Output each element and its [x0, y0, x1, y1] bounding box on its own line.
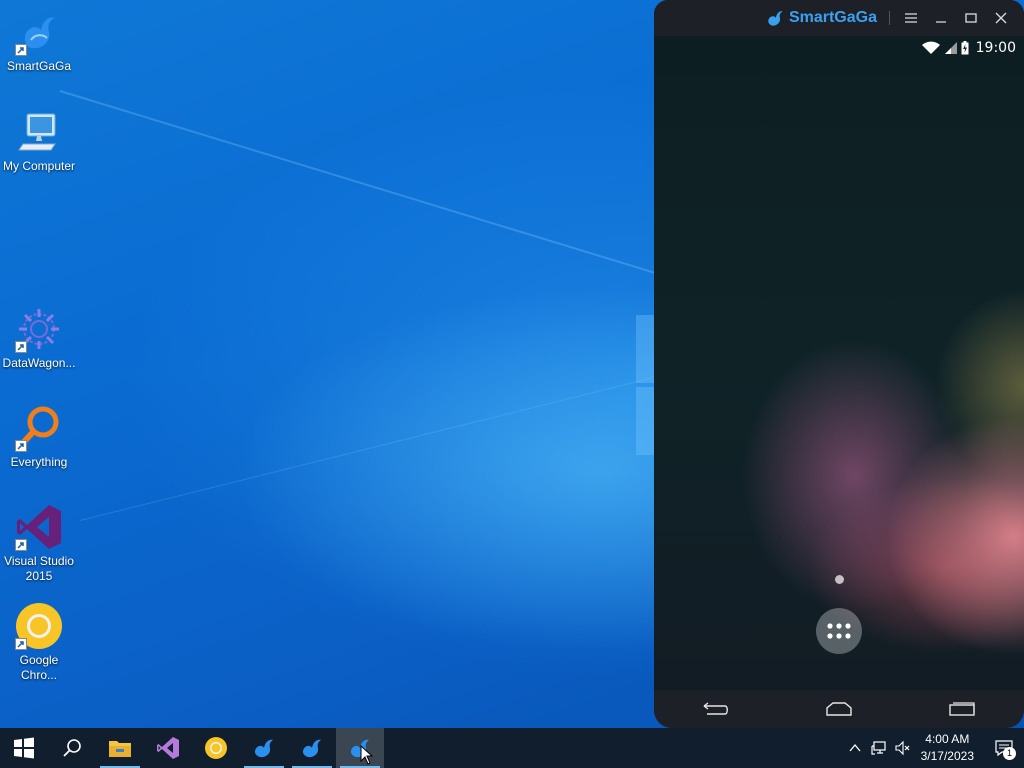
desktop-icon-label: Visual Studio 2015: [4, 554, 74, 583]
recent-apps-icon: [949, 702, 976, 716]
visual-studio-icon: [15, 503, 63, 551]
smartgaga-icon: [255, 739, 273, 758]
desktop-icon-label: Everything: [10, 455, 68, 469]
action-center-button[interactable]: 1: [984, 728, 1024, 768]
desktop-icon-label: Google Chro...: [19, 653, 59, 682]
desktop-icon-label: SmartGaGa: [6, 59, 72, 73]
taskbar: 4:00 AM 3/17/2023 1: [0, 728, 1024, 768]
home-icon: [826, 702, 852, 716]
notification-count-badge: 1: [1003, 747, 1016, 760]
maximize-button[interactable]: [956, 0, 986, 36]
datawagon-icon: [15, 305, 63, 353]
emulator-titlebar[interactable]: SmartGaGa: [654, 0, 1024, 36]
taskbar-visual-studio[interactable]: [144, 728, 192, 768]
system-tray: 4:00 AM 3/17/2023 1: [843, 728, 1024, 768]
android-home-screen[interactable]: 19:00: [654, 36, 1024, 690]
network-button[interactable]: [867, 728, 891, 768]
emulator-brand: SmartGaGa: [765, 8, 877, 28]
smartgaga-icon: [303, 739, 321, 758]
search-button[interactable]: [48, 728, 96, 768]
minimize-icon: [936, 21, 946, 23]
shortcut-arrow-icon: [15, 638, 27, 650]
shortcut-arrow-icon: [15, 440, 27, 452]
emulator-brand-label: SmartGaGa: [788, 9, 877, 26]
cell-signal-icon: [944, 42, 957, 54]
volume-button[interactable]: [891, 728, 915, 768]
computer-icon: [15, 108, 63, 156]
android-nav-bar: [654, 690, 1024, 728]
start-button[interactable]: [0, 728, 48, 768]
close-icon: [995, 12, 1007, 24]
smartgaga-swan-icon: [768, 11, 783, 26]
battery-charging-icon: [961, 41, 969, 55]
visual-studio-icon: [157, 737, 179, 759]
network-icon: [871, 741, 886, 755]
desktop-icon-label: DataWagon...: [2, 356, 76, 370]
back-button[interactable]: [686, 694, 746, 724]
menu-button[interactable]: [896, 0, 926, 36]
chevron-up-icon: [849, 743, 861, 752]
file-explorer-icon: [109, 741, 131, 757]
desktop-icon-google-chrome[interactable]: Google Chro...: [0, 602, 78, 683]
maximize-icon: [965, 13, 977, 23]
taskbar-file-explorer[interactable]: [96, 728, 144, 768]
back-arrow-icon: [703, 702, 728, 715]
smartgaga-emulator-window[interactable]: SmartGaGa 19:00: [654, 0, 1024, 728]
desktop-icon-smartgaga[interactable]: SmartGaGa: [0, 8, 78, 74]
android-status-bar: 19:00: [654, 36, 1024, 60]
app-drawer-dots-icon: [827, 623, 851, 639]
home-button[interactable]: [809, 694, 869, 724]
desktop-icon-visual-studio[interactable]: Visual Studio 2015: [0, 503, 78, 584]
clock-date: 3/17/2023: [920, 749, 974, 763]
shortcut-arrow-icon: [15, 539, 27, 551]
minimize-button[interactable]: [926, 0, 956, 36]
mouse-cursor-icon: [360, 745, 374, 765]
desktop-icon-my-computer[interactable]: My Computer: [0, 108, 78, 174]
wallpaper-light-beam: [79, 374, 663, 521]
shortcut-arrow-icon: [15, 341, 27, 353]
app-drawer-button[interactable]: [816, 608, 862, 654]
recents-button[interactable]: [932, 694, 992, 724]
hamburger-menu-icon: [905, 13, 917, 23]
close-button[interactable]: [986, 0, 1016, 36]
status-clock: 19:00: [975, 40, 1016, 56]
wallpaper-light-beam: [59, 90, 673, 280]
wallpaper-logo-pane: [636, 315, 654, 383]
everything-search-icon: [15, 404, 63, 452]
wifi-icon: [921, 41, 940, 54]
desktop-icon-label: My Computer: [2, 159, 76, 173]
desktop-icon-datawagon[interactable]: DataWagon...: [0, 305, 78, 371]
taskbar-smartgaga-2[interactable]: [288, 728, 336, 768]
windows-start-icon: [14, 737, 34, 759]
home-page-indicator: [835, 575, 844, 584]
wallpaper-logo-pane: [636, 387, 654, 455]
search-icon: [63, 739, 81, 757]
clock-time: 4:00 AM: [925, 732, 970, 746]
smartgaga-swan-icon: [15, 8, 63, 56]
desktop-icon-everything[interactable]: Everything: [0, 404, 78, 470]
taskbar-chrome[interactable]: [192, 728, 240, 768]
titlebar-divider: [889, 11, 890, 25]
show-hidden-icons-button[interactable]: [843, 728, 867, 768]
volume-muted-icon: [895, 740, 910, 756]
chrome-icon: [205, 737, 227, 759]
shortcut-arrow-icon: [15, 44, 27, 56]
taskbar-clock[interactable]: 4:00 AM 3/17/2023: [915, 731, 984, 765]
chrome-icon: [15, 602, 63, 650]
taskbar-smartgaga-1[interactable]: [240, 728, 288, 768]
